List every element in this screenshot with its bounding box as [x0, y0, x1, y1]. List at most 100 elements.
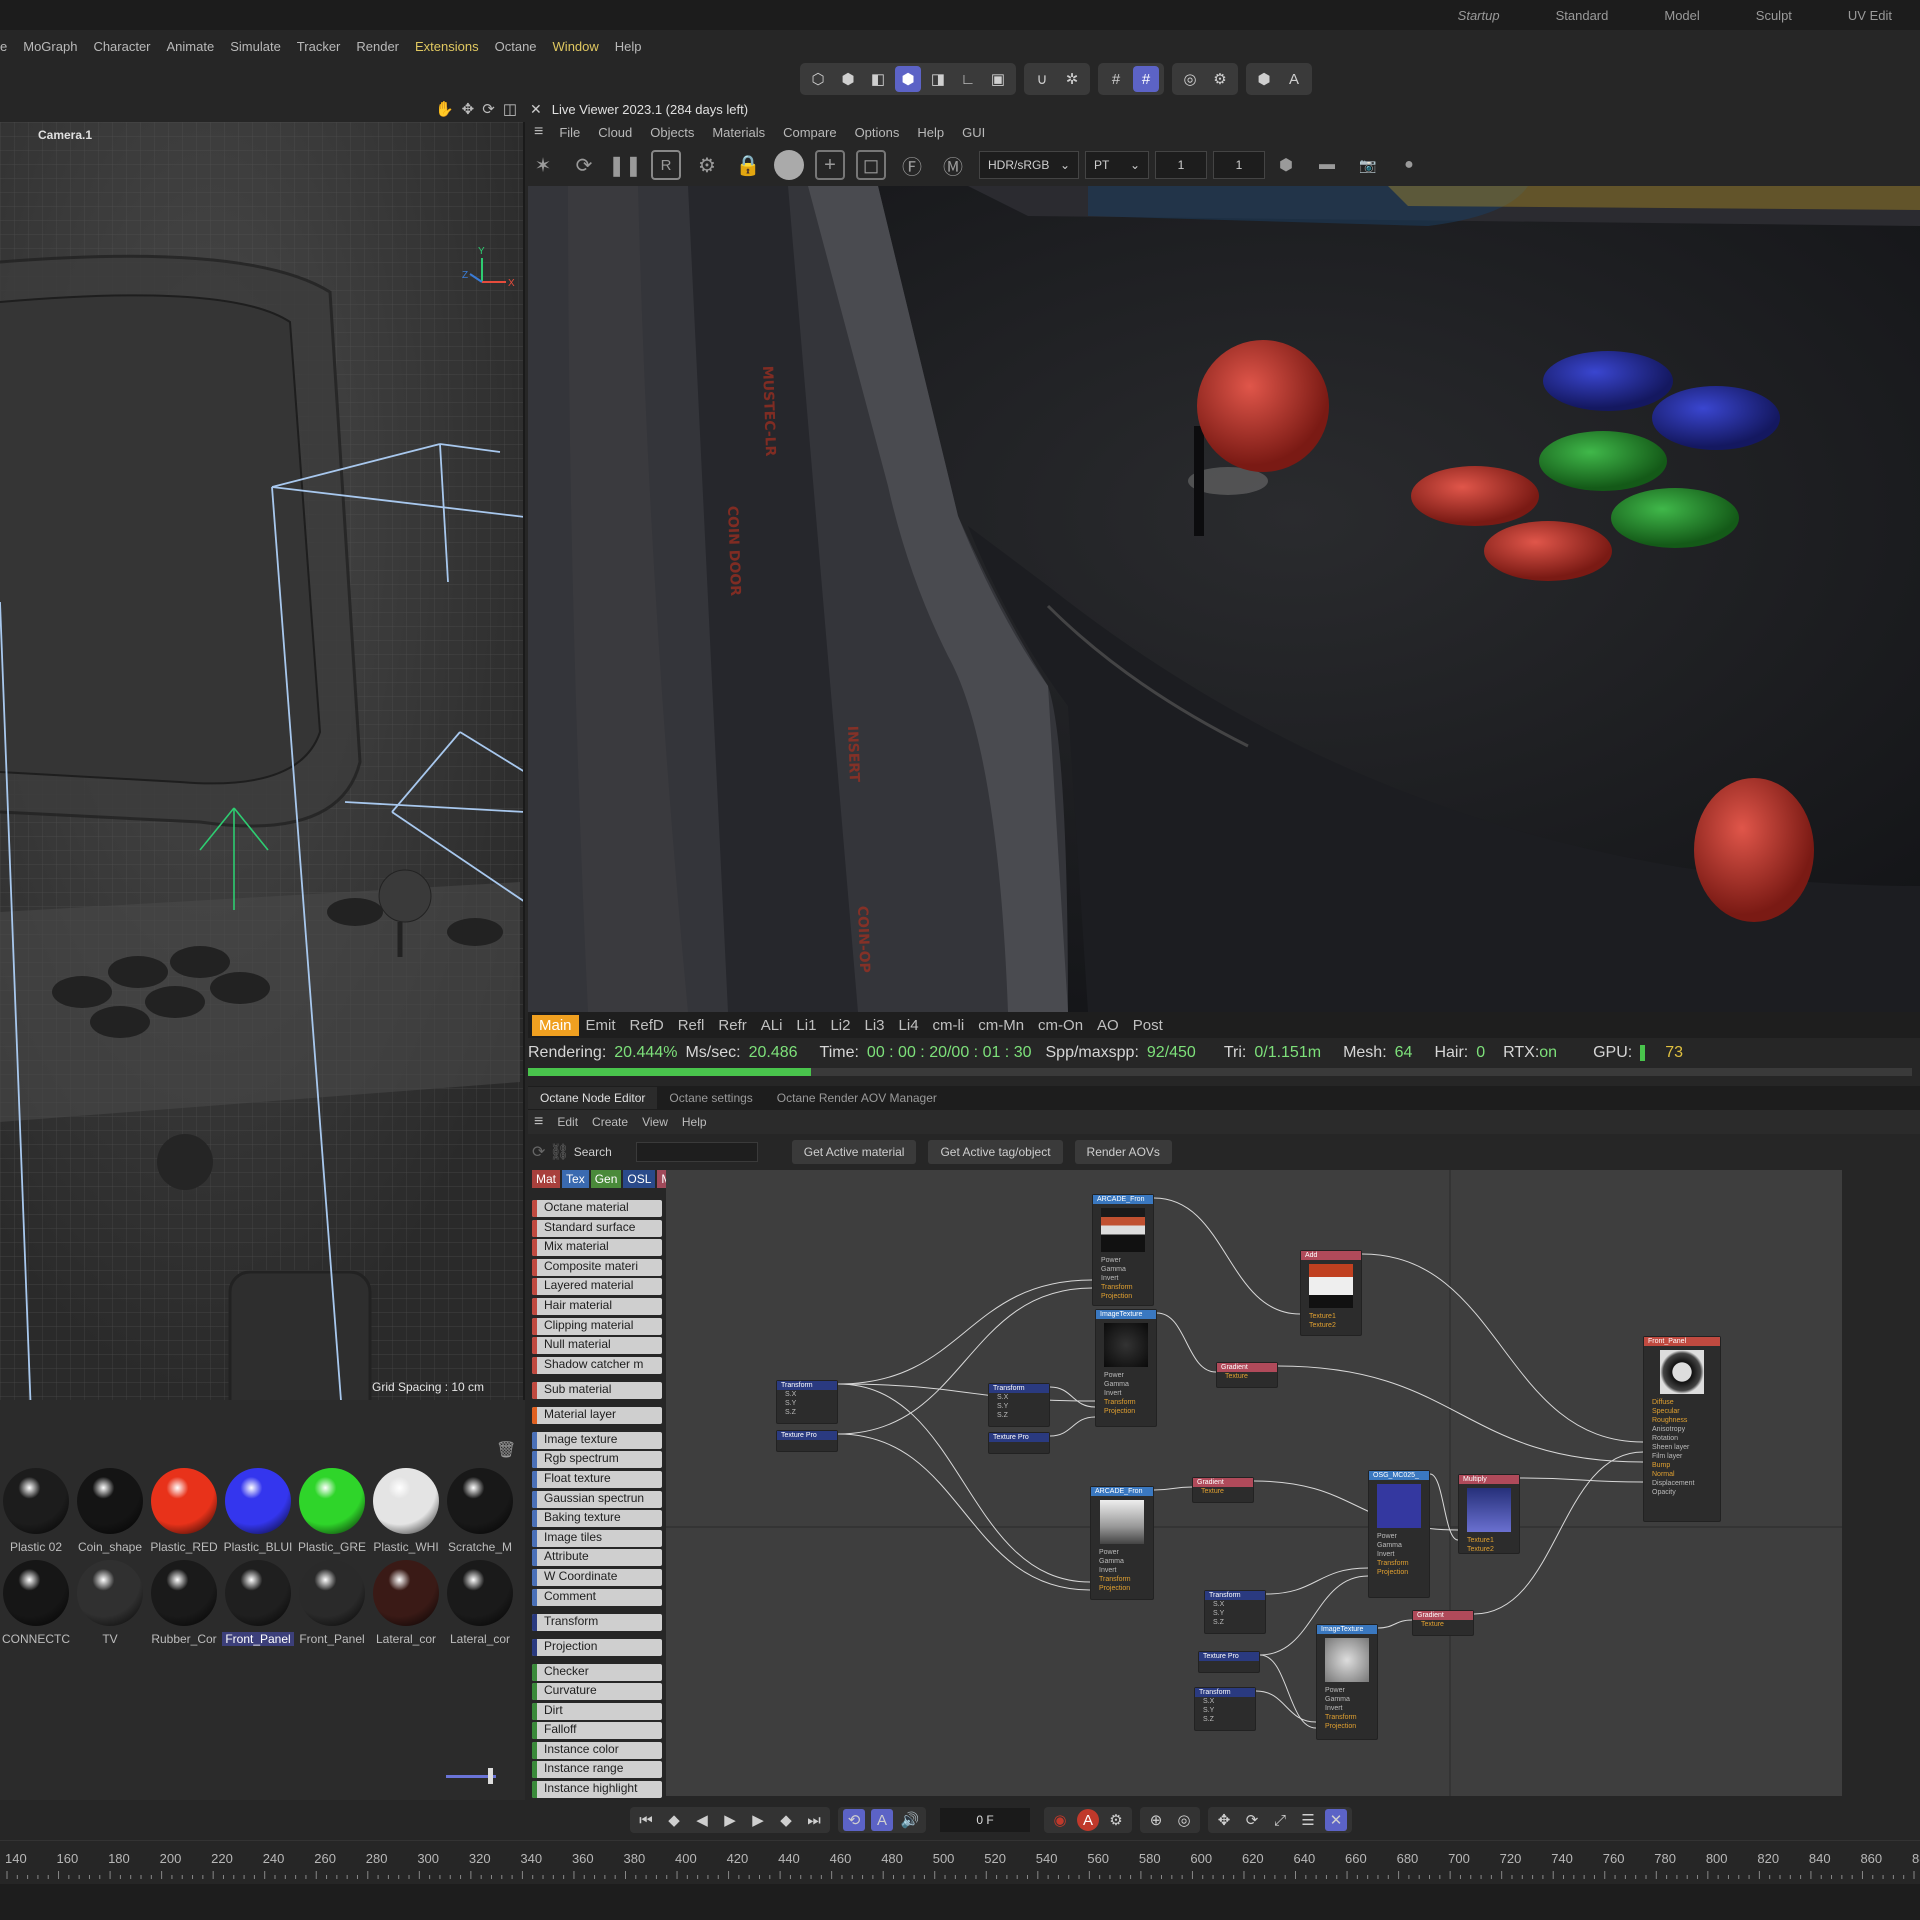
send-scene-icon[interactable]: ✶: [528, 150, 558, 180]
node-pin[interactable]: Gamma: [1096, 1380, 1156, 1389]
axis-mode-icon[interactable]: ∟: [955, 66, 981, 92]
node-palette-item[interactable]: Shadow catcher m: [532, 1356, 662, 1374]
prev-frame-icon[interactable]: ◀: [691, 1809, 713, 1831]
node-editor-menu-item[interactable]: Edit: [557, 1115, 578, 1129]
next-key-icon[interactable]: ◆: [775, 1809, 797, 1831]
node-palette-item[interactable]: Instance highlight: [532, 1781, 662, 1799]
node-frontpanel[interactable]: Front_Panel Diffuse Specular Roughness Aniso…: [1643, 1336, 1721, 1522]
menu-item[interactable]: Octane: [495, 39, 537, 54]
node-pin[interactable]: Texture: [1217, 1372, 1277, 1381]
node-palette-item[interactable]: Curvature: [532, 1683, 662, 1701]
node-transform1[interactable]: Transform S.X S.Y S.Z: [776, 1380, 838, 1424]
render-settings-icon[interactable]: ⚙: [1207, 66, 1233, 92]
node-pin[interactable]: Transform: [1317, 1713, 1377, 1722]
move-key-icon[interactable]: ✥: [1213, 1809, 1235, 1831]
aov-tab[interactable]: Refr: [711, 1015, 753, 1036]
node-palette-item[interactable]: Layered material: [532, 1278, 662, 1296]
node-editor-button[interactable]: Render AOVs: [1074, 1140, 1172, 1164]
node-pin[interactable]: S.Z: [989, 1411, 1049, 1420]
loop-icon[interactable]: ⟲: [843, 1809, 865, 1831]
node-pin[interactable]: Invert: [1317, 1704, 1377, 1713]
aov-tab[interactable]: cm-On: [1031, 1015, 1090, 1036]
editor-viewport[interactable]: Y X Z: [0, 122, 525, 1400]
uv-mode-icon[interactable]: ◨: [925, 66, 951, 92]
node-pin[interactable]: Film layer: [1644, 1452, 1720, 1461]
node-palette-item[interactable]: Image tiles: [532, 1529, 662, 1547]
node-pin[interactable]: S.X: [777, 1390, 837, 1399]
node-transform3[interactable]: Transform S.X S.Y S.Z: [1204, 1590, 1266, 1634]
trash-icon[interactable]: 🗑: [496, 1440, 516, 1460]
node-palette-item[interactable]: Hair material: [532, 1297, 662, 1315]
settings-icon[interactable]: ⚙: [692, 150, 722, 180]
node-editor-button[interactable]: Get Active tag/object: [928, 1140, 1063, 1164]
node-imgtex2[interactable]: ImageTexture Power Gamma Invert Transform Pro…: [1316, 1624, 1378, 1740]
node-pin[interactable]: S.Y: [777, 1399, 837, 1408]
node-texpro1[interactable]: Texture Pro: [776, 1430, 838, 1452]
node-palette-item[interactable]: Sub material: [532, 1381, 662, 1399]
menu-item[interactable]: Character: [93, 39, 150, 54]
search-input[interactable]: [635, 1142, 758, 1162]
magnet-icon[interactable]: ∪: [1029, 66, 1055, 92]
layout-tab[interactable]: Startup: [1430, 8, 1528, 23]
material-swatch[interactable]: Front_Panel: [296, 1560, 368, 1646]
colorspace-select[interactable]: HDR/sRGB ⌄: [979, 151, 1079, 179]
menu-item[interactable]: e: [0, 39, 7, 54]
lv-menu-item[interactable]: Objects: [650, 125, 694, 140]
node-pin[interactable]: Transform: [1369, 1559, 1429, 1568]
aov-tab[interactable]: ALi: [754, 1015, 790, 1036]
node-pin[interactable]: Gamma: [1091, 1557, 1153, 1566]
key-settings-icon[interactable]: ⚙: [1105, 1809, 1127, 1831]
link-icon[interactable]: ⛓: [549, 1142, 569, 1162]
node-editor-menu-item[interactable]: View: [642, 1115, 668, 1129]
render-output[interactable]: MUSTEC-LR COIN DOOR INSERT COIN-OP: [528, 186, 1920, 1012]
key-rotation-icon[interactable]: ◎: [1173, 1809, 1195, 1831]
node-grad1[interactable]: Gradient Texture: [1216, 1362, 1278, 1388]
node-palette-item[interactable]: Image texture: [532, 1431, 662, 1449]
node-arcade1[interactable]: ARCADE_Fron Power Gamma Invert Transform Proj…: [1092, 1194, 1154, 1306]
current-frame-field[interactable]: 0 F: [940, 1808, 1030, 1832]
node-palette-item[interactable]: Instance range: [532, 1761, 662, 1779]
next-frame-icon[interactable]: ▶: [747, 1809, 769, 1831]
node-texpro3[interactable]: Texture Pro: [1198, 1651, 1260, 1673]
node-palette-item[interactable]: Baking texture: [532, 1510, 662, 1528]
lv-menu-item[interactable]: Materials: [712, 125, 765, 140]
node-pin[interactable]: Projection: [1093, 1292, 1153, 1301]
node-pin[interactable]: Anisotropy: [1644, 1425, 1720, 1434]
node-pin[interactable]: S.Y: [1205, 1609, 1265, 1618]
node-pin[interactable]: Invert: [1093, 1274, 1153, 1283]
node-pin[interactable]: Texture1: [1301, 1312, 1361, 1321]
node-palette-item[interactable]: Comment: [532, 1588, 662, 1606]
menu-item[interactable]: Animate: [167, 39, 215, 54]
node-imgtex1[interactable]: ImageTexture Power Gamma Invert Transform Pro…: [1095, 1309, 1157, 1427]
node-pin[interactable]: S.Z: [1205, 1618, 1265, 1627]
aov-tab[interactable]: Li3: [857, 1015, 891, 1036]
material-picker-icon[interactable]: Ⓜ: [938, 150, 968, 180]
menu-item[interactable]: Help: [615, 39, 642, 54]
node-pin[interactable]: Power: [1317, 1686, 1377, 1695]
region-icon[interactable]: R: [651, 150, 681, 180]
node-palette-item[interactable]: Transform: [532, 1613, 662, 1631]
render-region-icon[interactable]: ◎: [1177, 66, 1203, 92]
node-editor-tab[interactable]: Octane settings: [657, 1087, 764, 1109]
node-pin[interactable]: Power: [1096, 1371, 1156, 1380]
film-region-icon[interactable]: ◻: [856, 150, 886, 180]
add-region-icon[interactable]: +: [815, 150, 845, 180]
key-position-icon[interactable]: ⊕: [1145, 1809, 1167, 1831]
node-pin[interactable]: Rotation: [1644, 1434, 1720, 1443]
material-swatch[interactable]: TV: [74, 1560, 146, 1646]
node-osg[interactable]: OSG_MC025_ Power Gamma Invert Transform Proje…: [1368, 1470, 1430, 1598]
node-palette-item[interactable]: Clipping material: [532, 1317, 662, 1335]
move-icon[interactable]: ✥: [462, 100, 475, 118]
node-pin[interactable]: Texture: [1413, 1620, 1473, 1629]
go-start-icon[interactable]: ⏮: [635, 1809, 657, 1831]
go-end-icon[interactable]: ⏭: [803, 1809, 825, 1831]
material-swatch[interactable]: Plastic 02: [0, 1468, 72, 1554]
restart-icon[interactable]: ⟳: [569, 150, 599, 180]
film-icon[interactable]: ▬: [1312, 150, 1342, 180]
aov-tab[interactable]: Emit: [579, 1015, 623, 1036]
node-pin[interactable]: Invert: [1096, 1389, 1156, 1398]
scale-key-icon[interactable]: ⤢: [1269, 1809, 1291, 1831]
autokey-icon[interactable]: A: [1077, 1809, 1099, 1831]
node-palette-item[interactable]: Material layer: [532, 1406, 662, 1424]
lv-menu-item[interactable]: File: [559, 125, 580, 140]
